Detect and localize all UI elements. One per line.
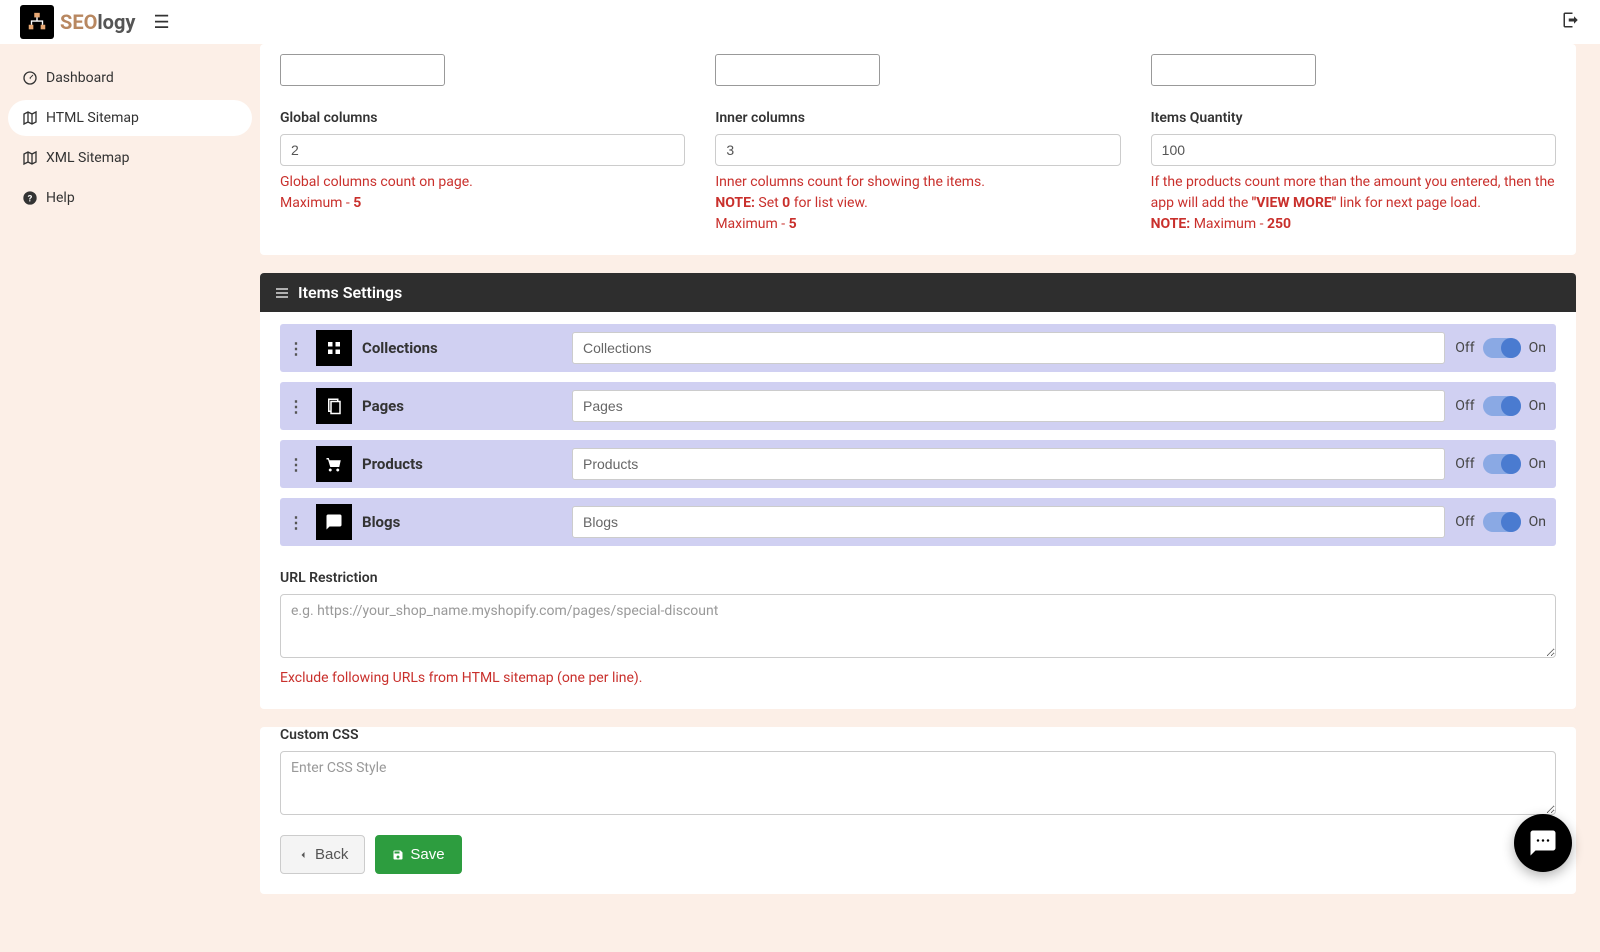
off-label: Off [1455, 398, 1474, 414]
custom-css-label: Custom CSS [280, 727, 1556, 743]
map-icon [22, 150, 38, 166]
items-quantity-label: Items Quantity [1151, 110, 1556, 126]
logo-text-2: logy [97, 10, 135, 34]
on-label: On [1529, 456, 1546, 472]
nav-help-label: Help [46, 190, 75, 206]
nav-dashboard-label: Dashboard [46, 70, 114, 86]
item-name: Products [362, 455, 562, 473]
url-restriction-label: URL Restriction [280, 570, 1556, 586]
chat-bubble-icon [1528, 828, 1558, 858]
back-button-label: Back [315, 846, 348, 863]
logo-text-1: SEO [60, 10, 97, 34]
on-label: On [1529, 398, 1546, 414]
blogs-input[interactable] [572, 506, 1445, 538]
chat-widget-button[interactable] [1514, 814, 1572, 872]
pages-icon [316, 388, 352, 424]
top-input-3[interactable] [1151, 54, 1316, 86]
global-columns-label: Global columns [280, 110, 685, 126]
save-button-label: Save [410, 846, 444, 863]
collections-input[interactable] [572, 332, 1445, 364]
item-row-blogs: ⋮ Blogs Off On [280, 498, 1556, 546]
off-label: Off [1455, 456, 1474, 472]
nav-dashboard[interactable]: Dashboard [8, 60, 252, 96]
drag-handle-icon[interactable]: ⋮ [286, 513, 306, 532]
nav-xml-sitemap[interactable]: XML Sitemap [8, 140, 252, 176]
blogs-toggle[interactable] [1483, 512, 1521, 532]
logout-icon[interactable] [1562, 11, 1580, 34]
off-label: Off [1455, 340, 1474, 356]
item-row-collections: ⋮ Collections Off On [280, 324, 1556, 372]
top-input-2[interactable] [715, 54, 880, 86]
hamburger-icon[interactable]: ☰ [153, 12, 169, 33]
cart-icon [316, 446, 352, 482]
save-icon [392, 849, 404, 861]
chevron-left-icon [297, 849, 309, 861]
svg-text:?: ? [28, 193, 33, 204]
off-label: Off [1455, 514, 1474, 530]
dashboard-icon [22, 70, 38, 86]
drag-handle-icon[interactable]: ⋮ [286, 339, 306, 358]
save-button[interactable]: Save [375, 835, 461, 874]
on-label: On [1529, 514, 1546, 530]
map-icon [22, 110, 38, 126]
back-button[interactable]: Back [280, 835, 365, 874]
item-row-pages: ⋮ Pages Off On [280, 382, 1556, 430]
custom-css-card: Custom CSS Back Save [260, 727, 1576, 894]
sidebar: Dashboard HTML Sitemap XML Sitemap ? Hel… [0, 44, 260, 952]
nav-help[interactable]: ? Help [8, 180, 252, 216]
url-restriction-textarea[interactable] [280, 594, 1556, 658]
pages-toggle[interactable] [1483, 396, 1521, 416]
nav-html-sitemap[interactable]: HTML Sitemap [8, 100, 252, 136]
nav-xml-sitemap-label: XML Sitemap [46, 150, 130, 166]
items-settings-card: Items Settings ⋮ Collections Off On ⋮ Pa… [260, 273, 1576, 709]
topbar: SEOlogy ☰ [0, 0, 1600, 44]
chat-icon [316, 504, 352, 540]
collections-toggle[interactable] [1483, 338, 1521, 358]
logo[interactable]: SEOlogy [20, 5, 135, 39]
drag-handle-icon[interactable]: ⋮ [286, 397, 306, 416]
items-settings-title: Items Settings [298, 283, 402, 302]
url-restriction-help: Exclude following URLs from HTML sitemap… [280, 668, 1556, 689]
columns-card: Global columns Global columns count on p… [260, 44, 1576, 255]
inner-columns-label: Inner columns [715, 110, 1120, 126]
help-icon: ? [22, 190, 38, 206]
top-input-1[interactable] [280, 54, 445, 86]
inner-columns-input[interactable] [715, 134, 1120, 166]
products-toggle[interactable] [1483, 454, 1521, 474]
global-columns-help: Global columns count on page. Maximum - … [280, 172, 685, 214]
custom-css-textarea[interactable] [280, 751, 1556, 815]
item-name: Collections [362, 339, 562, 357]
logo-icon [20, 5, 54, 39]
list-icon [274, 285, 290, 301]
drag-handle-icon[interactable]: ⋮ [286, 455, 306, 474]
global-columns-input[interactable] [280, 134, 685, 166]
items-settings-header: Items Settings [260, 273, 1576, 312]
item-name: Blogs [362, 513, 562, 531]
item-row-products: ⋮ Products Off On [280, 440, 1556, 488]
nav-html-sitemap-label: HTML Sitemap [46, 110, 139, 126]
items-quantity-help: If the products count more than the amou… [1151, 172, 1556, 235]
on-label: On [1529, 340, 1546, 356]
item-name: Pages [362, 397, 562, 415]
pages-input[interactable] [572, 390, 1445, 422]
items-quantity-input[interactable] [1151, 134, 1556, 166]
collections-icon [316, 330, 352, 366]
inner-columns-help: Inner columns count for showing the item… [715, 172, 1120, 235]
products-input[interactable] [572, 448, 1445, 480]
main-content: Global columns Global columns count on p… [260, 44, 1600, 952]
